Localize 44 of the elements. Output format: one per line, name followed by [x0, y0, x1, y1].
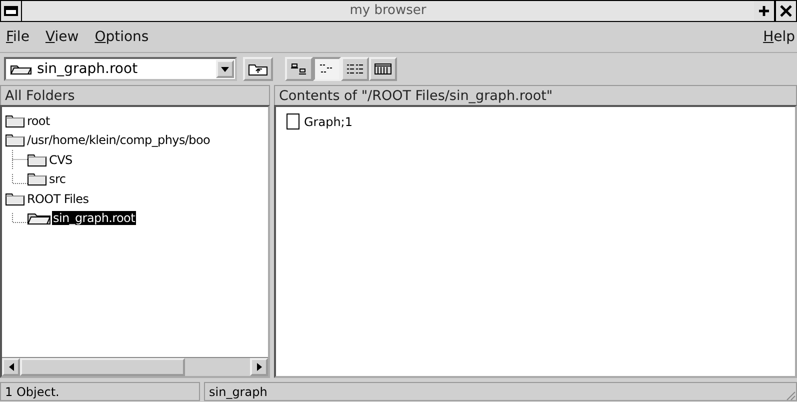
- view-mode-button[interactable]: [369, 57, 397, 81]
- up-folder-icon: [248, 62, 268, 76]
- tree-item[interactable]: src: [48, 172, 67, 186]
- window-menu-icon: [4, 6, 18, 16]
- content-item[interactable]: Graph;1: [304, 114, 352, 128]
- caret-icon: [221, 66, 229, 72]
- scroll-right-button[interactable]: [250, 358, 268, 376]
- list-icon: [346, 63, 364, 75]
- maximize-button[interactable]: [754, 1, 775, 21]
- tree-item[interactable]: ROOT Files: [26, 192, 90, 206]
- help-menu[interactable]: Help: [763, 29, 795, 45]
- close-icon: [780, 5, 792, 17]
- status-field: 1 Object.: [0, 382, 200, 400]
- resize-grip-icon[interactable]: [784, 389, 796, 401]
- location-value: sin_graph.root: [37, 61, 139, 77]
- dropdown-button[interactable]: [216, 60, 234, 78]
- document-icon: [286, 113, 300, 130]
- scrollbar-thumb[interactable]: [20, 358, 185, 376]
- details-icon: [374, 63, 392, 75]
- menu-item[interactable]: View: [45, 29, 79, 45]
- horizontal-scrollbar[interactable]: [2, 357, 268, 376]
- tree-item[interactable]: /usr/home/klein/comp_phys/boo: [26, 133, 212, 148]
- location-combo[interactable]: sin_graph.root: [4, 57, 237, 81]
- tree-connector: [12, 174, 29, 184]
- tree-item[interactable]: sin_graph.root: [52, 211, 136, 226]
- view-mode-button[interactable]: [341, 57, 369, 81]
- status-field: sin_graph: [204, 382, 797, 400]
- up-folder-button[interactable]: [243, 57, 273, 81]
- tree-connector: [12, 213, 29, 224]
- window-menu-button[interactable]: [1, 1, 22, 21]
- menu-item[interactable]: Options: [94, 29, 149, 45]
- view-mode-button[interactable]: [285, 57, 313, 81]
- tree-connector: [12, 150, 29, 170]
- plus-icon: [758, 5, 770, 17]
- window-title: my browser: [348, 2, 428, 20]
- menu-item[interactable]: File: [6, 29, 30, 45]
- open-folder-icon: [10, 63, 32, 75]
- close-button[interactable]: [775, 1, 796, 21]
- large-icons-icon: [290, 63, 308, 75]
- left-arrow-icon: [8, 363, 14, 371]
- tree-item[interactable]: CVS: [48, 152, 74, 167]
- right-arrow-icon: [256, 363, 262, 371]
- scroll-left-button[interactable]: [2, 358, 20, 376]
- tree-item[interactable]: root: [26, 114, 51, 128]
